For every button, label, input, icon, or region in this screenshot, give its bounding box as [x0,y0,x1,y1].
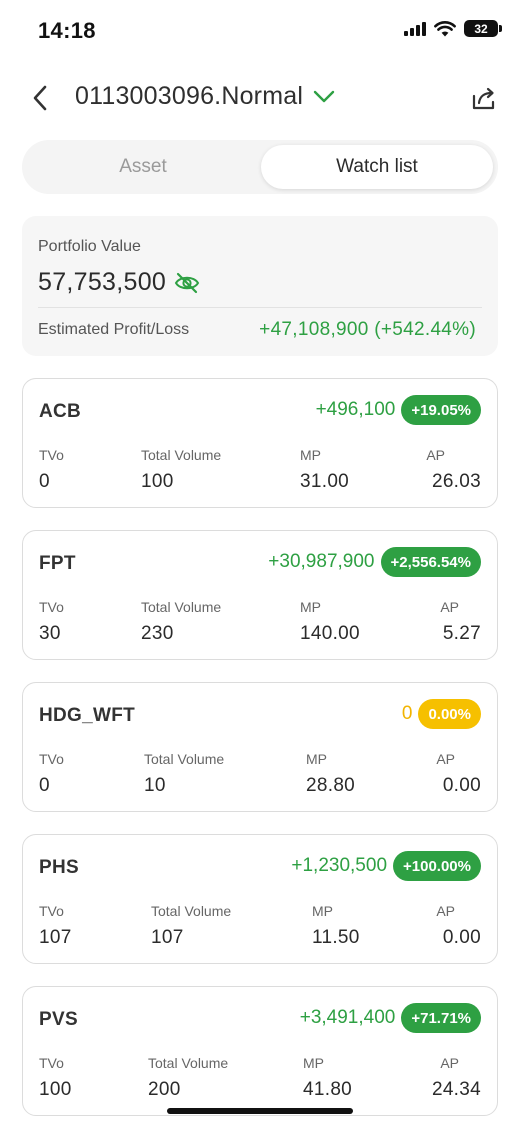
total-volume-value: 200 [148,1079,181,1100]
estimated-pl-value: +47,108,900 (+542.44%) [259,319,476,340]
stock-pl-percent-badge: 0.00% [418,699,481,729]
mp-label: MP [312,903,333,919]
tvo-value: 30 [39,623,61,644]
total-volume-label: Total Volume [151,903,232,919]
account-selector[interactable]: 0113003096.Normal [75,82,335,111]
share-icon [472,87,495,110]
total-volume-label: Total Volume [141,447,222,463]
ap-label: AP [440,599,459,615]
stock-pl-amount: +1,230,500 [291,855,388,876]
divider [38,307,482,308]
tvo-label: TVo [39,599,64,615]
stock-pl-amount: +3,491,400 [299,1007,396,1028]
stock-pl-amount: +496,100 [315,399,396,420]
stock-symbol: PHS [39,857,79,878]
stock-card[interactable]: PVS +3,491,400 +71.71% TVo Total Volume … [22,986,498,1116]
stock-pl-percent-badge: +100.00% [393,851,481,881]
mp-value: 28.80 [306,775,356,796]
tvo-value: 0 [39,775,50,796]
stock-pl-percent-badge: +71.71% [401,1003,481,1033]
ap-value: 24.34 [431,1079,481,1100]
back-button[interactable] [24,80,56,116]
watch-list: ACB +496,100 +19.05% TVo Total Volume MP… [22,378,498,1125]
battery-icon: 32 [464,20,502,37]
ap-value: 0.00 [442,927,481,948]
portfolio-value: 57,753,500 [38,268,167,296]
mp-value: 140.00 [300,623,360,644]
watch-list-screen: 14:18 32 0113003096.Normal Asset Watch l… [0,0,520,1125]
ap-value: 5.27 [442,623,481,644]
tab-asset[interactable]: Asset [27,145,259,189]
stock-pl-amount: 0 [401,703,413,724]
account-title: 0113003096.Normal [75,82,304,110]
estimated-pl-label: Estimated Profit/Loss [38,321,190,338]
header: 0113003096.Normal [0,72,520,126]
total-volume-label: Total Volume [141,599,222,615]
mp-label: MP [303,1055,324,1071]
stock-card[interactable]: PHS +1,230,500 +100.00% TVo Total Volume… [22,834,498,964]
status-icons: 32 [404,20,502,37]
stock-pl-percent-badge: +19.05% [401,395,481,425]
stock-symbol: HDG_WFT [39,705,136,726]
total-volume-value: 107 [151,927,184,948]
ap-label: AP [436,751,455,767]
stock-card[interactable]: ACB +496,100 +19.05% TVo Total Volume MP… [22,378,498,508]
tvo-value: 100 [39,1079,72,1100]
portfolio-value-label: Portfolio Value [38,238,141,255]
mp-value: 11.50 [312,927,360,948]
ap-label: AP [440,1055,459,1071]
eye-slash-icon[interactable] [174,272,200,294]
mp-label: MP [300,447,321,463]
tvo-label: TVo [39,1055,64,1071]
mp-label: MP [306,751,327,767]
stock-symbol: FPT [39,553,76,574]
ap-value: 0.00 [442,775,481,796]
total-volume-value: 10 [144,775,166,796]
total-volume-value: 100 [141,471,174,492]
stock-profit-loss: +3,491,400 +71.71% [300,1003,481,1033]
stock-profit-loss: 0 0.00% [402,699,481,729]
total-volume-label: Total Volume [148,1055,229,1071]
mp-value: 41.80 [303,1079,353,1100]
total-volume-label: Total Volume [144,751,225,767]
tvo-label: TVo [39,903,64,919]
chevron-left-icon [33,85,47,111]
stock-profit-loss: +1,230,500 +100.00% [291,851,481,881]
stock-profit-loss: +496,100 +19.05% [316,395,481,425]
status-time: 14:18 [38,18,96,43]
segmented-control: Asset Watch list [22,140,498,194]
home-indicator[interactable] [167,1108,353,1114]
ap-label: AP [426,447,445,463]
ap-label: AP [436,903,455,919]
cellular-signal-icon [404,21,426,36]
tab-watch-list[interactable]: Watch list [261,145,493,189]
ap-value: 26.03 [431,471,481,492]
portfolio-value-row: 57,753,500 [38,268,200,297]
tvo-value: 107 [39,927,72,948]
wifi-icon [434,20,456,36]
tvo-label: TVo [39,751,64,767]
share-button[interactable] [468,82,500,114]
stock-profit-loss: +30,987,900 +2,556.54% [268,547,481,577]
stock-card[interactable]: FPT +30,987,900 +2,556.54% TVo Total Vol… [22,530,498,660]
chevron-down-icon [313,90,335,102]
stock-pl-amount: +30,987,900 [268,551,375,572]
portfolio-summary-card: Portfolio Value 57,753,500 Estimated Pro… [22,216,498,356]
stock-symbol: PVS [39,1009,78,1030]
stock-symbol: ACB [39,401,82,422]
stock-card[interactable]: HDG_WFT 0 0.00% TVo Total Volume MP AP 0… [22,682,498,812]
tvo-label: TVo [39,447,64,463]
status-bar: 14:18 32 [0,0,520,60]
mp-label: MP [300,599,321,615]
tvo-value: 0 [39,471,50,492]
stock-pl-percent-badge: +2,556.54% [380,547,481,577]
total-volume-value: 230 [141,623,174,644]
mp-value: 31.00 [300,471,350,492]
